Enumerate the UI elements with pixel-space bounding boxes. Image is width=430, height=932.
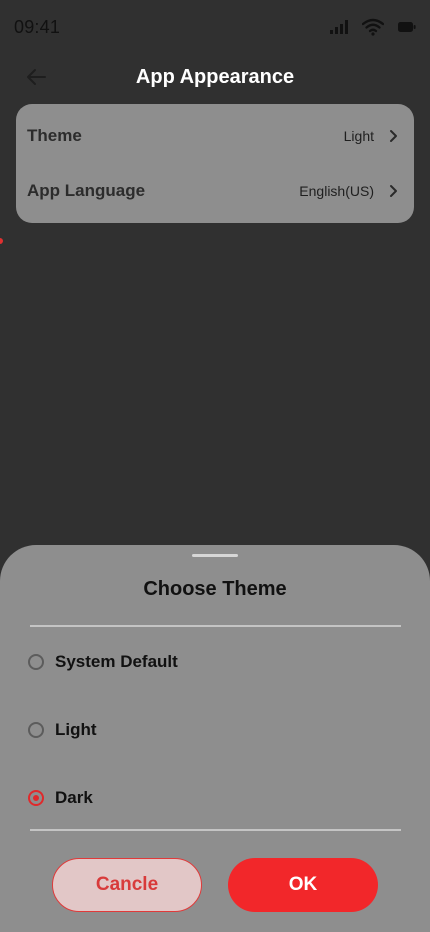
settings-item-app-language[interactable]: App Language English(US): [16, 164, 414, 218]
wifi-icon: [362, 18, 384, 36]
status-time: 09:41: [14, 17, 61, 37]
sheet-title: Choose Theme: [143, 578, 287, 600]
theme-option-system-default[interactable]: System Default: [28, 642, 402, 682]
settings-item-label: Theme: [27, 126, 82, 145]
settings-item-value: English(US): [299, 183, 374, 199]
theme-option-light[interactable]: Light: [28, 710, 402, 750]
app-bar: App Appearance: [0, 56, 430, 102]
theme-option-dark[interactable]: Dark: [28, 778, 402, 818]
option-label: System Default: [55, 652, 178, 671]
option-label: Dark: [55, 788, 93, 807]
settings-item-value: Light: [343, 128, 374, 144]
divider: [30, 625, 401, 627]
settings-card: Theme Light App Language English(US): [16, 104, 414, 223]
sheet-drag-handle[interactable]: [192, 554, 238, 557]
page-title: App Appearance: [135, 66, 295, 88]
edge-indicator-dot: [0, 238, 3, 244]
radio-button-selected[interactable]: [28, 790, 44, 806]
cellular-signal-icon: [330, 20, 348, 34]
battery-icon: [398, 21, 416, 33]
ok-button[interactable]: OK: [228, 858, 378, 912]
status-bar: 09:41: [0, 0, 430, 54]
chevron-right-icon: [388, 129, 398, 143]
theme-bottom-sheet: Choose Theme System Default Light Dark C…: [0, 545, 430, 932]
radio-button[interactable]: [28, 722, 44, 738]
status-icons: [330, 16, 416, 38]
settings-item-theme[interactable]: Theme Light: [16, 109, 414, 163]
divider: [30, 829, 401, 831]
cancel-button[interactable]: Cancle: [52, 858, 202, 912]
settings-item-label: App Language: [27, 181, 146, 200]
radio-button[interactable]: [28, 654, 44, 670]
option-label: Light: [55, 720, 97, 739]
chevron-right-icon: [388, 184, 398, 198]
